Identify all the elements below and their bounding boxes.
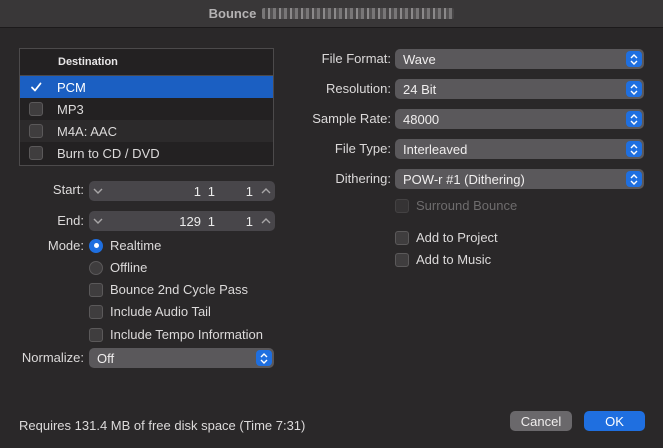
burn-checkbox[interactable] (29, 146, 43, 160)
m4a-checkbox[interactable] (29, 124, 43, 138)
chevron-up-icon[interactable] (257, 211, 275, 231)
ok-button[interactable]: OK (584, 411, 645, 431)
mode-realtime[interactable]: Realtime (89, 238, 161, 253)
destination-label: Burn to CD / DVD (57, 145, 160, 161)
file-type-value: Interleaved (403, 141, 468, 157)
add-to-project-checkbox[interactable] (395, 230, 409, 245)
chevron-up-icon[interactable] (257, 181, 275, 201)
normalize-popup[interactable]: Off (89, 348, 274, 368)
add-to-music-label: Add to Music (416, 252, 492, 267)
updown-chevron-icon (626, 171, 642, 187)
destination-table: Destination PCM MP3 M4A: AAC Burn to CD … (19, 48, 274, 166)
sample-rate-label: Sample Rate: (312, 111, 391, 126)
resolution-label: Resolution: (325, 81, 391, 96)
realtime-label: Realtime (110, 238, 162, 253)
destination-row-pcm[interactable]: PCM (20, 76, 273, 98)
end-beat[interactable]: 1 (201, 214, 215, 229)
normalize-value: Off (97, 350, 115, 366)
end-division[interactable]: 1 (215, 214, 253, 229)
chevron-down-icon[interactable] (89, 211, 107, 231)
destination-row-burn[interactable]: Burn to CD / DVD (20, 142, 273, 164)
offline-label: Offline (110, 260, 148, 275)
bounce-2nd-cycle-label: Bounce 2nd Cycle Pass (110, 282, 249, 297)
file-type-popup[interactable]: Interleaved (395, 139, 644, 159)
option-surround-bounce: Surround Bounce (395, 198, 517, 213)
checkmark-icon (31, 82, 42, 92)
realtime-radio[interactable] (89, 238, 103, 253)
normalize-label: Normalize: (21, 350, 84, 365)
destination-row-m4a[interactable]: M4A: AAC (20, 120, 273, 142)
option-add-to-project[interactable]: Add to Project (395, 230, 498, 245)
window-title: Bounce (208, 6, 257, 21)
sample-rate-value: 48000 (403, 111, 440, 127)
destination-label: PCM (57, 79, 86, 95)
offline-radio[interactable] (89, 260, 103, 275)
chevron-down-icon[interactable] (89, 181, 107, 201)
include-tempo-checkbox[interactable] (89, 327, 103, 342)
file-format-popup[interactable]: Wave (395, 49, 644, 69)
destination-header: Destination (20, 49, 273, 76)
add-to-project-label: Add to Project (416, 230, 498, 245)
dithering-value: POW-r #1 (Dithering) (403, 171, 525, 187)
start-beat[interactable]: 1 (201, 184, 215, 199)
resolution-popup[interactable]: 24 Bit (395, 79, 644, 99)
file-format-label: File Format: (321, 51, 391, 66)
add-to-music-checkbox[interactable] (395, 252, 409, 267)
disk-space-info: Requires 131.4 MB of free disk space (Ti… (19, 418, 306, 433)
start-label: Start: (52, 182, 84, 197)
end-bar[interactable]: 129 (161, 214, 201, 229)
option-add-to-music[interactable]: Add to Music (395, 252, 491, 267)
bounce-2nd-cycle-checkbox[interactable] (89, 282, 103, 297)
end-label: End: (57, 213, 84, 228)
sample-rate-popup[interactable]: 48000 (395, 109, 644, 129)
mode-label: Mode: (47, 238, 84, 253)
include-tempo-label: Include Tempo Information (110, 327, 263, 342)
option-include-audio-tail[interactable]: Include Audio Tail (89, 304, 211, 319)
dithering-label: Dithering: (335, 171, 391, 186)
dithering-popup[interactable]: POW-r #1 (Dithering) (395, 169, 644, 189)
updown-chevron-icon (626, 81, 642, 97)
surround-bounce-checkbox (395, 198, 409, 213)
start-division[interactable]: 1 (215, 184, 253, 199)
surround-bounce-label: Surround Bounce (416, 198, 518, 213)
cancel-button[interactable]: Cancel (510, 411, 572, 431)
destination-label: MP3 (57, 101, 84, 117)
option-include-tempo[interactable]: Include Tempo Information (89, 327, 263, 342)
obscured-project-name (262, 8, 455, 19)
updown-chevron-icon (256, 350, 272, 366)
destination-label: M4A: AAC (57, 123, 117, 139)
start-bar[interactable]: 1 (161, 184, 201, 199)
file-format-value: Wave (403, 51, 436, 67)
start-stepper[interactable]: 1 1 1 (89, 181, 275, 201)
file-type-label: File Type: (334, 141, 391, 156)
include-audio-tail-checkbox[interactable] (89, 304, 103, 319)
updown-chevron-icon (626, 111, 642, 127)
destination-row-mp3[interactable]: MP3 (20, 98, 273, 120)
updown-chevron-icon (626, 141, 642, 157)
updown-chevron-icon (626, 51, 642, 67)
option-bounce-2nd-cycle[interactable]: Bounce 2nd Cycle Pass (89, 282, 248, 297)
mp3-checkbox[interactable] (29, 102, 43, 116)
pcm-checkbox[interactable] (29, 80, 43, 94)
title-bar: Bounce (0, 0, 663, 28)
resolution-value: 24 Bit (403, 81, 437, 97)
mode-offline[interactable]: Offline (89, 260, 147, 275)
include-audio-tail-label: Include Audio Tail (110, 304, 211, 319)
end-stepper[interactable]: 129 1 1 (89, 211, 275, 231)
